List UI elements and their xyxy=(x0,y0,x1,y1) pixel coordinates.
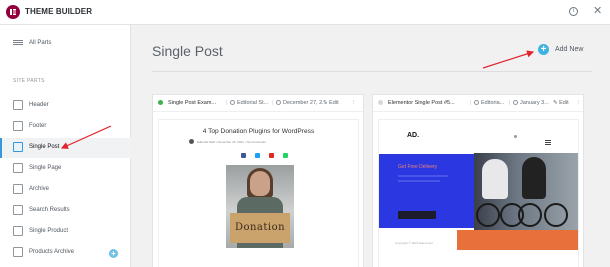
edit-button[interactable]: ✎ Edit xyxy=(553,100,569,106)
search-results-icon xyxy=(13,205,23,215)
separator: | xyxy=(226,100,228,106)
site-logo: AD. xyxy=(407,132,420,139)
sidebar-item-label: Single Post xyxy=(29,144,60,150)
whatsapp-icon xyxy=(283,153,288,158)
template-name[interactable]: Single Post Exam... xyxy=(168,100,216,106)
user-icon xyxy=(230,100,235,105)
sidebar-item-label: Products Archive xyxy=(29,249,75,255)
sidebar-item-label: Single Product xyxy=(29,228,69,234)
hero-headline: Get Free Delivery xyxy=(398,164,438,170)
single-product-icon xyxy=(13,226,23,236)
separator: | xyxy=(272,100,274,106)
author-avatar xyxy=(189,139,194,144)
clock-icon xyxy=(513,100,518,105)
sidebar-item-footer[interactable]: Footer xyxy=(0,117,131,137)
pinterest-icon xyxy=(269,153,274,158)
app-title: THEME BUILDER xyxy=(25,7,93,16)
sidebar-item-label: Single Page xyxy=(29,165,62,171)
sidebar-item-single-page[interactable]: Single Page xyxy=(0,159,131,179)
header-icon xyxy=(13,100,23,110)
hero-button xyxy=(398,211,436,219)
template-preview[interactable]: 4 Top Donation Plugins for WordPress Edi… xyxy=(159,120,358,267)
card-header: Elementor Single Post #5... | Editoria..… xyxy=(373,95,583,112)
archive-icon xyxy=(13,184,23,194)
template-card[interactable]: Single Post Exam... | Editorial St... | … xyxy=(152,94,364,267)
cyclists-image xyxy=(474,153,578,233)
single-post-icon xyxy=(13,142,23,152)
preview-post-meta: Editorial Staff • December 25, 2021 • No… xyxy=(197,140,266,144)
single-page-icon xyxy=(13,163,23,173)
footer-icon xyxy=(13,121,23,131)
status-dot xyxy=(158,100,163,105)
page-title: Single Post xyxy=(152,43,223,59)
products-archive-icon xyxy=(13,247,23,257)
more-options-icon[interactable]: ⋮ xyxy=(351,100,357,106)
plus-circle-icon: + xyxy=(538,44,549,55)
status-dot xyxy=(378,100,383,105)
arrow-to-add-new xyxy=(482,50,535,69)
sidebar-item-label: Footer xyxy=(29,123,47,129)
template-date: January 3... xyxy=(513,100,549,106)
donation-sign: Donation xyxy=(230,213,290,243)
sidebar-item-label: All Parts xyxy=(29,40,52,46)
preview-post-title: 4 Top Donation Plugins for WordPress xyxy=(202,128,315,135)
template-date: December 27, 2... xyxy=(276,100,327,106)
top-bar: THEME BUILDER i ✕ xyxy=(0,0,610,25)
template-author: Editoria... xyxy=(474,100,504,106)
footer-text: Copyright © 2021 Elementor xyxy=(395,241,433,245)
preview-site-header: AD. xyxy=(379,120,578,153)
template-card[interactable]: Elementor Single Post #5... | Editoria..… xyxy=(372,94,584,267)
footer-banner xyxy=(457,230,578,250)
hamburger-menu-icon xyxy=(545,140,551,141)
featured-image: Donation xyxy=(226,165,294,248)
template-preview[interactable]: AD. Get Free Delivery Copyright © 2021 E… xyxy=(379,120,578,267)
separator: | xyxy=(470,100,472,106)
sidebar-item-label: Header xyxy=(29,102,49,108)
facebook-icon xyxy=(241,153,246,158)
sidebar-section-label: SITE PARTS xyxy=(13,78,45,84)
elementor-logo-icon xyxy=(6,5,20,19)
twitter-icon xyxy=(255,153,260,158)
info-icon[interactable]: i xyxy=(569,7,578,16)
edit-button[interactable]: ✎ Edit xyxy=(323,100,339,106)
add-products-archive-button[interactable]: + xyxy=(109,249,118,258)
sidebar-item-all-parts[interactable]: All Parts xyxy=(0,34,131,54)
sidebar-item-label: Archive xyxy=(29,186,50,192)
card-header: Single Post Exam... | Editorial St... | … xyxy=(153,95,363,112)
sidebar: All Parts SITE PARTS Header Footer Singl… xyxy=(0,25,131,267)
more-options-icon[interactable]: ⋮ xyxy=(576,100,582,106)
sidebar-item-search-results[interactable]: Search Results xyxy=(0,201,131,221)
menu-lines-icon xyxy=(13,38,23,48)
sidebar-item-archive[interactable]: Archive xyxy=(0,180,131,200)
separator: | xyxy=(509,100,511,106)
sidebar-item-products-archive[interactable]: Products Archive + xyxy=(0,243,131,263)
sidebar-item-header[interactable]: Header xyxy=(0,96,131,116)
template-author: Editorial St... xyxy=(230,100,268,106)
sidebar-item-label: Search Results xyxy=(29,207,70,213)
sidebar-item-single-product[interactable]: Single Product xyxy=(0,222,131,242)
template-name[interactable]: Elementor Single Post #5... xyxy=(388,100,455,106)
sidebar-item-single-post[interactable]: Single Post xyxy=(0,138,131,158)
user-icon xyxy=(474,100,479,105)
clock-icon xyxy=(276,100,281,105)
add-new-label: Add New xyxy=(555,46,584,53)
close-icon[interactable]: ✕ xyxy=(593,5,602,17)
divider xyxy=(152,71,592,72)
